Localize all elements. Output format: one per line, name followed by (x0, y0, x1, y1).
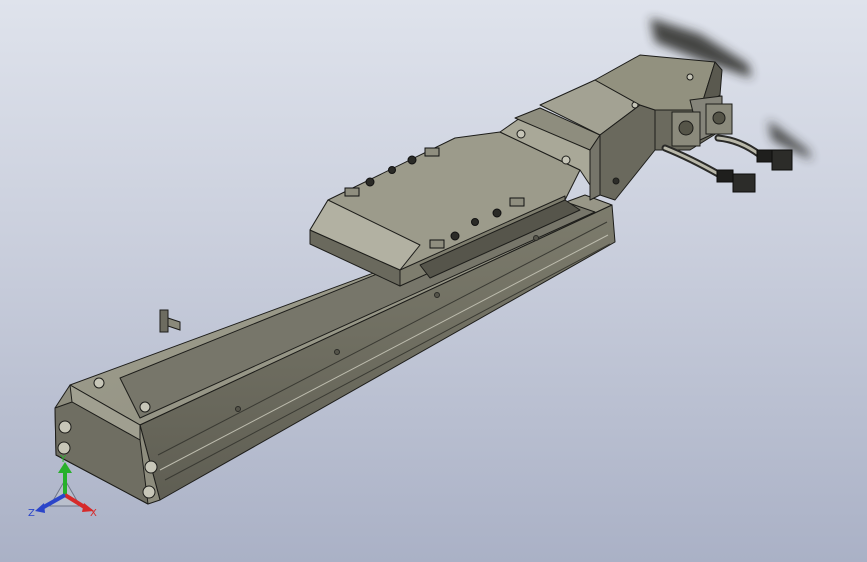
triad-x-label: X (90, 508, 97, 519)
sensor-tab[interactable] (159, 309, 181, 333)
triad-z-label: Z (28, 508, 35, 519)
linear-actuator-model[interactable]: X Y Z (0, 0, 867, 562)
cad-viewport[interactable]: X Y Z (0, 0, 867, 562)
triad-y-label: Y (59, 454, 67, 465)
cable-plugs[interactable] (716, 149, 793, 193)
